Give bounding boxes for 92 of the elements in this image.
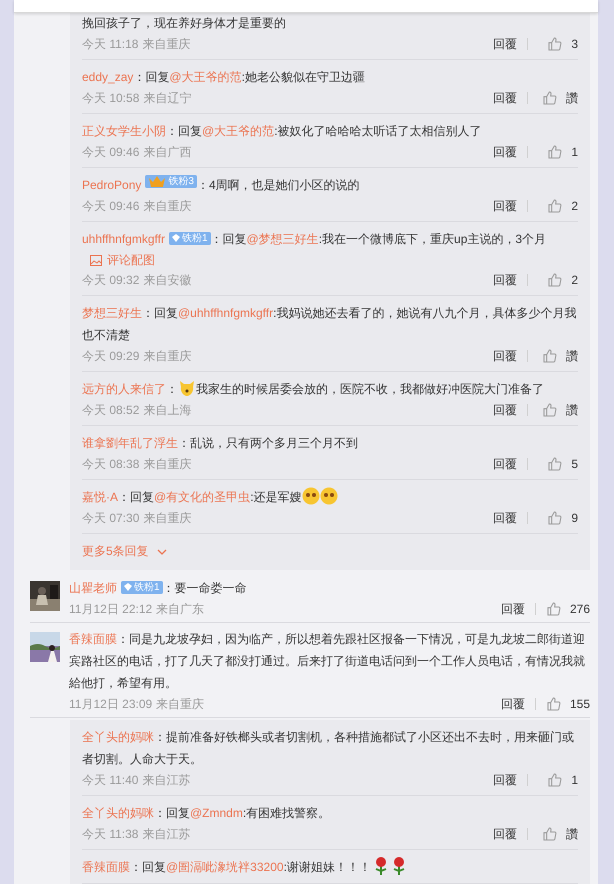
like-button[interactable]: 9 (528, 508, 578, 528)
image-icon (90, 254, 102, 266)
like-button[interactable]: 1 (528, 770, 578, 790)
reply-text: 挽回孩子了，现在养好身体才是重要的 (82, 15, 287, 32)
thumbs-up-icon (542, 826, 558, 842)
emoji-icon (320, 487, 338, 505)
reply-text: 谁拿劉年乱了浮生：乱说，只有两个多月三个月不到 (82, 435, 359, 452)
timestamp: 11月12日 23:09 (69, 696, 152, 713)
timestamp: 今天 09:29 (82, 348, 140, 365)
reply-text: 山瞿老师 铁粉1 ：要一命娄一命 (69, 580, 248, 597)
reply-button[interactable]: 回覆 (483, 38, 528, 50)
thumbs-up-icon (542, 348, 558, 364)
location-text: 来自重庆 (143, 510, 192, 527)
location-text: 来自江苏 (142, 826, 192, 843)
timestamp: 今天 09:46 (82, 144, 140, 161)
reply-button[interactable]: 回覆 (483, 458, 528, 470)
thumbs-up-icon (542, 402, 558, 418)
reply-text: 香辣面膜：同是九龙坡孕妇，因为临产，所以想着先跟社区报备一下情况，可是九龙坡二郎街道迎宾路社区的电话，打了几天了都没打通过。后来打了街道电话问到一个工作人员电话，有情况我就給他打，希望有用。 (69, 631, 586, 692)
timestamp: 今天 09:32 (82, 272, 140, 289)
reply-button[interactable]: 回覆 (483, 512, 528, 524)
diamond-icon (172, 234, 180, 242)
fan-badge: 铁粉3 (145, 175, 197, 188)
reply-button[interactable]: 回覆 (483, 828, 528, 840)
timestamp: 今天 07:30 (82, 510, 140, 527)
like-button[interactable]: 2 (528, 270, 578, 290)
like-button[interactable]: 1 (528, 142, 578, 162)
timestamp: 今天 11:38 (82, 826, 138, 843)
reply-text: 香辣面膜：回复@圄滆呲潒垙袢33200:谢谢姐妹！！！ (82, 856, 578, 878)
location-text: 来自重庆 (143, 456, 192, 473)
like-button[interactable]: 2 (528, 196, 578, 216)
dog-icon (178, 379, 196, 397)
reply-button[interactable]: 回覆 (483, 146, 528, 158)
emoji-icon (302, 487, 320, 505)
thumbs-up-icon (547, 272, 564, 288)
timestamp: 今天 08:52 (82, 402, 140, 419)
reply-button[interactable]: 回覆 (483, 774, 528, 786)
reply-button[interactable]: 回覆 (483, 92, 528, 104)
location-text: 来自重庆 (156, 696, 206, 713)
location-text: 来自广东 (156, 601, 206, 618)
thumbs-up-icon (546, 696, 562, 712)
location-text: 来自江苏 (142, 772, 192, 789)
location-text: 来自上海 (143, 402, 192, 419)
reply-button[interactable]: 回覆 (490, 603, 536, 615)
like-button[interactable]: 讚 (528, 824, 578, 844)
chevron-down-icon (156, 548, 167, 554)
reply-text: eddy_zay：回复@大王爷的范:她老公貌似在守卫边疆 (82, 69, 366, 86)
reply-text: 全丫头的妈咪：提前准备好铁榔头或者切割机，各种措施都试了小区还出不去时，用来砸门或者切割。人命大于天。 (82, 729, 575, 768)
reply-text: 梦想三好生：回复@uhhffhnfgmkgffr:我妈说她还去看了的，她说有八九个月，具体多少个月我也不清楚 (82, 305, 578, 344)
timestamp: 今天 09:46 (82, 198, 140, 215)
reply-text: 全丫头的妈咪：回复@Zmndm:有困难找警察。 (82, 805, 332, 822)
thumbs-up-icon (546, 601, 562, 617)
thumbs-up-icon (542, 90, 558, 106)
timestamp: 11月12日 22:12 (69, 601, 152, 618)
like-button[interactable]: 5 (528, 454, 578, 474)
timestamp: 今天 08:38 (82, 456, 140, 473)
thumbs-up-icon (547, 510, 564, 526)
like-button[interactable]: 讚 (528, 346, 578, 366)
location-text: 来自辽宁 (143, 90, 192, 107)
fan-badge: 铁粉1 (168, 232, 211, 244)
thumbs-up-icon (547, 198, 564, 214)
reply-text: 嘉悦·A：回复@有文化的圣甲虫:还是军嫂 (82, 486, 578, 508)
location-text: 来自安徽 (143, 272, 192, 289)
reply-button[interactable]: 回覆 (483, 350, 528, 362)
thumbs-up-icon (547, 144, 564, 160)
reply-button[interactable]: 回覆 (490, 698, 536, 710)
thumbs-up-icon (547, 36, 564, 52)
rose-icon (372, 856, 389, 876)
reply-button[interactable]: 回覆 (483, 404, 528, 416)
timestamp: 今天 11:40 (82, 772, 138, 789)
thumbs-up-icon (547, 772, 564, 788)
crown-icon (148, 175, 166, 188)
like-button[interactable]: 讚 (528, 88, 578, 108)
reply-text: uhhffhnfgmkgffr 铁粉1 ：回复@梦想三好生:我在一个微博底下，重庆up主说的，3个月 (82, 230, 548, 248)
like-button[interactable]: 讚 (528, 400, 578, 420)
timestamp: 今天 11:18 (82, 36, 138, 53)
reply-button[interactable]: 回覆 (483, 274, 528, 286)
timestamp: 今天 10:58 (82, 90, 140, 107)
reply-text: 正义女学生小阴：回复@大王爷的范:被奴化了哈哈哈太听话了太相信别人了 (82, 123, 483, 140)
diamond-icon (124, 583, 132, 591)
like-button[interactable]: 3 (528, 34, 578, 54)
location-text: 来自重庆 (143, 348, 192, 365)
location-text: 来自重庆 (142, 36, 192, 53)
fan-badge: 铁粉1 (121, 580, 163, 594)
like-button[interactable]: 155 (536, 694, 590, 714)
reply-text: PedroPony 铁粉3 ：4周啊，也是她们小区的说的 (82, 174, 361, 194)
location-text: 来自重庆 (143, 198, 192, 215)
location-text: 来自广西 (143, 144, 192, 161)
like-button[interactable]: 276 (536, 599, 590, 619)
thumbs-up-icon (547, 456, 564, 472)
rose-icon (390, 856, 407, 876)
reply-button[interactable]: 回覆 (483, 200, 528, 212)
reply-text: 远方的人来信了： 我家生的时候居委会放的，医院不收，我都做好冲医院大门准备了 (82, 378, 578, 400)
